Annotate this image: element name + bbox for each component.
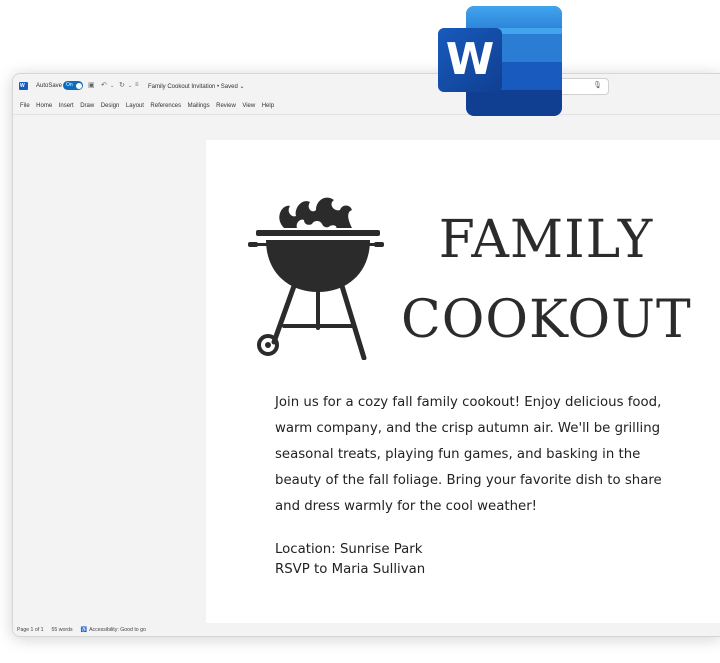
tab-mailings[interactable]: Mailings xyxy=(188,103,210,109)
autosave-label: AutoSave xyxy=(36,83,63,89)
title-line-2: COOKOUT xyxy=(401,290,692,350)
invitation-body: Join us for a cozy fall family cookout! … xyxy=(275,395,662,514)
redo-icon[interactable]: ↻ xyxy=(119,81,125,89)
title-line-1: FAMILY xyxy=(438,210,654,270)
accessibility-icon: ♿ xyxy=(80,626,88,633)
tab-design[interactable]: Design xyxy=(101,103,120,109)
word-count[interactable]: 55 words xyxy=(52,627,73,633)
event-details: Location: Sunrise Park RSVP to Maria Sul… xyxy=(275,540,685,580)
grill-icon xyxy=(248,197,384,360)
tab-home[interactable]: Home xyxy=(36,103,52,109)
page-count[interactable]: Page 1 of 1 xyxy=(17,627,44,633)
tab-insert[interactable]: Insert xyxy=(59,103,74,109)
customize-toolbar-icon[interactable]: ≡ xyxy=(135,82,139,88)
status-bar: Page 1 of 1 55 words ♿ Accessibility: Go… xyxy=(13,623,720,636)
word-window: W AutoSave On ▣ ↶ ⌄ ↻ ⌄ ≡ Family Cookout… xyxy=(12,73,720,637)
rsvp-line: RSVP to Maria Sullivan xyxy=(275,562,426,577)
word-app-icon[interactable]: W xyxy=(19,82,28,90)
invitation-title: FAMILY COOKOUT xyxy=(401,200,691,360)
word-logo-icon: W xyxy=(438,6,562,116)
word-logo-letter: W xyxy=(446,34,495,85)
undo-icon[interactable]: ↶ xyxy=(101,81,107,89)
tab-review[interactable]: Review xyxy=(216,103,236,109)
ribbon-tabs: File Home Insert Draw Design Layout Refe… xyxy=(13,99,720,113)
tab-draw[interactable]: Draw xyxy=(80,103,94,109)
undo-dropdown-icon[interactable]: ⌄ xyxy=(110,83,114,89)
save-icon[interactable]: ▣ xyxy=(88,81,95,89)
ribbon-divider xyxy=(13,114,720,115)
redo-dropdown-icon[interactable]: ⌄ xyxy=(128,83,132,89)
tab-layout[interactable]: Layout xyxy=(126,103,144,109)
title-bar: W AutoSave On ▣ ↶ ⌄ ↻ ⌄ ≡ Family Cookout… xyxy=(13,74,720,98)
tab-view[interactable]: View xyxy=(242,103,255,109)
tab-help[interactable]: Help xyxy=(262,103,274,109)
autosave-toggle-label: On xyxy=(66,82,73,88)
document-title[interactable]: Family Cookout Invitation • Saved ⌄ xyxy=(148,83,245,90)
microphone-icon[interactable]: 🎙 xyxy=(593,81,602,89)
autosave-toggle[interactable]: On xyxy=(63,81,83,90)
tab-references[interactable]: References xyxy=(150,103,181,109)
document-page[interactable]: FAMILY COOKOUT Join us for a cozy fall f… xyxy=(206,140,720,636)
location-line: Location: Sunrise Park xyxy=(275,542,423,557)
tab-file[interactable]: File xyxy=(20,103,30,109)
accessibility-status[interactable]: Accessibility: Good to go xyxy=(89,627,146,633)
